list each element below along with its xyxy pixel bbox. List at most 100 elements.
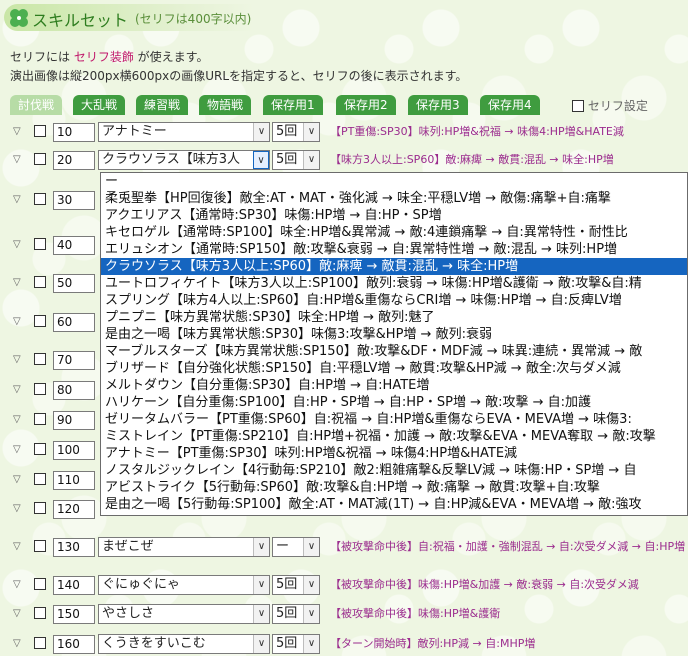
level-select[interactable]: 5回 ∨: [272, 604, 320, 624]
row-checkbox[interactable]: [34, 502, 46, 514]
dialog-setting-toggle[interactable]: セリフ設定: [572, 97, 648, 114]
collapse-triangle-icon[interactable]: ▽: [13, 354, 21, 365]
tab-save3[interactable]: 保存用3: [408, 95, 468, 115]
order-input[interactable]: 100: [53, 441, 95, 460]
skill-select[interactable]: やさしさ ∨: [98, 604, 270, 624]
order-input[interactable]: 80: [53, 381, 95, 400]
dropdown-option[interactable]: ノスタルジックレイン【4行動毎:SP210】敵2:粗雑痛撃&反撃LV減 → 味傷…: [101, 462, 687, 479]
collapse-triangle-icon[interactable]: ▽: [13, 277, 21, 288]
collapse-triangle-icon[interactable]: ▽: [13, 239, 21, 250]
skill-select[interactable]: まぜこぜ ∨: [98, 537, 270, 557]
row-checkbox[interactable]: [34, 193, 46, 205]
order-input[interactable]: 120: [53, 500, 95, 519]
tab-subjugation[interactable]: 討伐戦: [10, 95, 63, 115]
chevron-down-icon[interactable]: ∨: [253, 605, 269, 623]
dialog-setting-checkbox[interactable]: [572, 100, 584, 112]
row-checkbox[interactable]: [34, 473, 46, 485]
skill-select[interactable]: クラウソラス【味方3人 ∨: [98, 150, 270, 170]
chevron-down-icon[interactable]: ∨: [303, 635, 319, 653]
tab-practice[interactable]: 練習戦: [136, 95, 189, 115]
tab-story[interactable]: 物語戦: [199, 95, 252, 115]
dropdown-option[interactable]: マーブルスターズ【味方異常状態:SP150】敵:攻撃&DF・MDF減 → 味異:…: [101, 343, 687, 360]
order-input[interactable]: 130: [53, 538, 95, 557]
row-checkbox[interactable]: [34, 413, 46, 425]
dropdown-option[interactable]: ー: [101, 173, 687, 190]
collapse-triangle-icon[interactable]: ▽: [13, 194, 21, 205]
skill-select[interactable]: くうきをすいこむ ∨: [98, 634, 270, 654]
collapse-triangle-icon[interactable]: ▽: [13, 503, 21, 514]
tab-save1[interactable]: 保存用1: [263, 95, 323, 115]
order-input[interactable]: 110: [53, 471, 95, 490]
dialog-decoration-link[interactable]: セリフ装飾: [74, 50, 134, 64]
dropdown-option[interactable]: アナトミー【PT重傷:SP30】味列:HP増&祝福 → 味傷4:HP増&HATE…: [101, 445, 687, 462]
dropdown-option[interactable]: ハリケーン【自分重傷:SP100】自:HP・SP増 → 自:HP・SP増 → 敵…: [101, 394, 687, 411]
dropdown-option[interactable]: スプリング【味方4人以上:SP60】自:HP増&重傷ならCRI増 → 味傷:HP…: [101, 292, 687, 309]
chevron-down-icon[interactable]: ∨: [303, 123, 319, 141]
order-input[interactable]: 90: [53, 411, 95, 430]
level-select[interactable]: 5回 ∨: [272, 575, 320, 595]
order-input[interactable]: 60: [53, 313, 95, 332]
collapse-triangle-icon[interactable]: ▽: [13, 638, 21, 649]
chevron-down-icon[interactable]: ∨: [303, 151, 319, 169]
dropdown-option-selected[interactable]: クラウソラス【味方3人以上:SP60】敵:麻痺 → 敵貫:混乱 → 味全:HP増: [101, 258, 687, 275]
dropdown-option[interactable]: ブリザード【自分強化状態:SP150】自:平穏LV増 → 敵貫:攻撃&HP減 →…: [101, 360, 687, 377]
dropdown-option[interactable]: ミストレイン【PT重傷:SP210】自:HP増+祝福・加護 → 敵:攻撃&EVA…: [101, 428, 687, 445]
collapse-triangle-icon[interactable]: ▽: [13, 579, 21, 590]
row-checkbox[interactable]: [34, 607, 46, 619]
chevron-down-icon[interactable]: ∨: [253, 123, 269, 141]
dropdown-option[interactable]: ユートロフィケイト【味方3人以上:SP100】敵列:衰弱 → 味傷:HP増&護衛…: [101, 275, 687, 292]
level-select[interactable]: ー ∨: [272, 537, 320, 557]
skill-dropdown-list[interactable]: ー 柔兎聖拳【HP回復後】敵全:AT・MAT・強化減 → 味全:平穏LV増 → …: [100, 172, 688, 516]
row-checkbox[interactable]: [34, 238, 46, 250]
order-input[interactable]: 150: [53, 605, 95, 624]
chevron-down-icon[interactable]: ∨: [253, 576, 269, 594]
collapse-triangle-icon[interactable]: ▽: [13, 474, 21, 485]
order-input[interactable]: 30: [53, 191, 95, 210]
row-checkbox[interactable]: [34, 315, 46, 327]
dropdown-option[interactable]: 柔兎聖拳【HP回復後】敵全:AT・MAT・強化減 → 味全:平穏LV増 → 敵傷…: [101, 190, 687, 207]
skill-select[interactable]: ぐにゅぐにゃ ∨: [98, 575, 270, 595]
collapse-triangle-icon[interactable]: ▽: [13, 444, 21, 455]
collapse-triangle-icon[interactable]: ▽: [13, 541, 21, 552]
collapse-triangle-icon[interactable]: ▽: [13, 316, 21, 327]
chevron-down-icon[interactable]: ∨: [303, 605, 319, 623]
collapse-triangle-icon[interactable]: ▽: [13, 414, 21, 425]
row-checkbox[interactable]: [34, 153, 46, 165]
order-input[interactable]: 160: [53, 635, 95, 654]
collapse-triangle-icon[interactable]: ▽: [13, 384, 21, 395]
order-input[interactable]: 50: [53, 274, 95, 293]
order-input[interactable]: 10: [53, 123, 95, 142]
row-checkbox[interactable]: [34, 540, 46, 552]
order-input[interactable]: 40: [53, 236, 95, 255]
row-checkbox[interactable]: [34, 353, 46, 365]
dropdown-option[interactable]: 是由之一喝【5行動毎:SP100】敵全:AT・MAT減(1T) → 自:HP減&…: [101, 496, 687, 513]
row-checkbox[interactable]: [34, 383, 46, 395]
dropdown-option[interactable]: アクエリアス【通常時:SP30】味傷:HP増 → 自:HP・SP増: [101, 207, 687, 224]
dropdown-option[interactable]: メルトダウン【自分重傷:SP30】自:HP増 → 自:HATE増: [101, 377, 687, 394]
tab-melee[interactable]: 大乱戦: [73, 95, 126, 115]
row-checkbox[interactable]: [34, 276, 46, 288]
chevron-down-icon[interactable]: ∨: [253, 538, 269, 556]
dropdown-option[interactable]: プニプニ【味方異常状態:SP30】味全:HP増 → 敵列:魅了: [101, 309, 687, 326]
chevron-down-icon[interactable]: ∨: [303, 576, 319, 594]
order-input[interactable]: 70: [53, 351, 95, 370]
chevron-down-icon[interactable]: ∨: [253, 635, 269, 653]
dropdown-option[interactable]: エリュシオン【通常時:SP150】敵:攻撃&衰弱 → 自:異常特性増 → 敵:混…: [101, 241, 687, 258]
tab-save2[interactable]: 保存用2: [336, 95, 396, 115]
level-select[interactable]: 5回 ∨: [272, 122, 320, 142]
level-select[interactable]: 5回 ∨: [272, 150, 320, 170]
tab-save4[interactable]: 保存用4: [480, 95, 540, 115]
row-checkbox[interactable]: [34, 578, 46, 590]
row-checkbox[interactable]: [34, 637, 46, 649]
dropdown-option[interactable]: キセロゲル【通常時:SP100】味全:HP増&異常減 → 敵:4連鎖痛撃 → 自…: [101, 224, 687, 241]
dropdown-option[interactable]: アビストライク【5行動毎:SP60】敵:攻撃&自:HP増 → 敵:痛撃 → 敵貫…: [101, 479, 687, 496]
order-input[interactable]: 20: [53, 151, 95, 170]
row-checkbox[interactable]: [34, 125, 46, 137]
level-select[interactable]: 5回 ∨: [272, 634, 320, 654]
collapse-triangle-icon[interactable]: ▽: [13, 126, 21, 137]
chevron-down-icon[interactable]: ∨: [253, 151, 269, 169]
dropdown-option[interactable]: ゼリータムバラー【PT重傷:SP60】自:祝福 → 自:HP増&重傷ならEVA・…: [101, 411, 687, 428]
order-input[interactable]: 140: [53, 576, 95, 595]
row-checkbox[interactable]: [34, 443, 46, 455]
collapse-triangle-icon[interactable]: ▽: [13, 154, 21, 165]
